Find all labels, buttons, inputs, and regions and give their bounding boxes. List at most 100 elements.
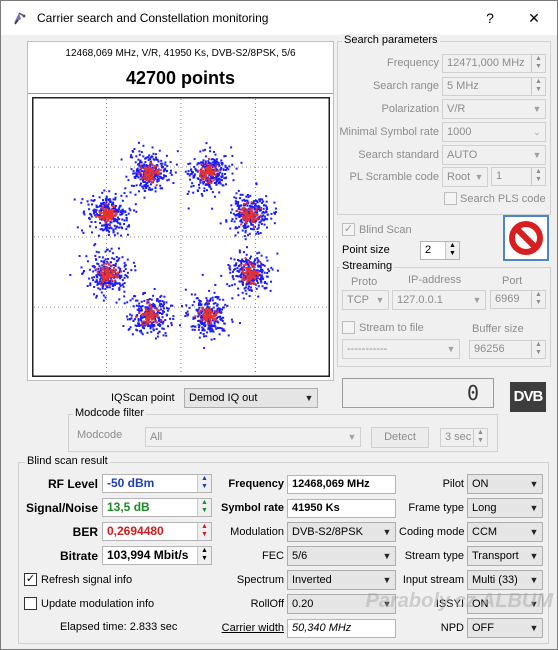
frequency-input[interactable]: 12471,000 MHz ▲ ▼ [442,54,546,73]
rolloff-value: 0.20 [292,598,314,610]
point-size-label: Point size [342,244,390,256]
carrier-width-field: 50,340 MHz [287,619,396,638]
search-standard-label: Search standard [358,149,439,161]
polarization-value: V/R [447,103,466,115]
iqscan-point-select[interactable]: Demod IQ out ▼ [184,388,318,408]
frequency-result-value: 12468,069 MHz [292,478,370,490]
update-modulation-checkbox[interactable] [24,597,37,610]
pl-scramble-mode-select[interactable]: Root ▼ [442,167,488,187]
polarization-select[interactable]: V/R ▼ [442,99,546,119]
stop-button[interactable] [503,215,549,261]
proto-select[interactable]: TCP ▼ [342,290,389,310]
pl-scramble-mode-value: Root [447,171,471,183]
refresh-signal-checkbox[interactable]: ✓ [24,573,37,586]
detect-interval-input[interactable]: 3 sec ▲ ▼ [440,428,488,447]
stream-to-file-checkbox[interactable] [342,321,355,334]
chevron-down-icon: ▼ [382,551,392,561]
signal-noise-label: Signal/Noise [25,501,98,515]
signal-noise-value: 13,5 dB [107,500,150,514]
frame-type-value: Long [472,502,497,514]
chevron-down-icon: ⌄ [533,127,541,137]
fec-label: FEC [262,550,284,562]
modcode-select[interactable]: All ▼ [145,427,361,447]
title-bar: Carrier search and Constellation monitor… [1,1,557,35]
pl-scramble-code-value: 1 [496,170,503,182]
chevron-down-icon: ▼ [532,104,542,114]
fec-select[interactable]: 5/6 ▼ [287,546,396,566]
npd-select[interactable]: OFF ▼ [467,618,543,638]
coding-mode-value: CCM [472,526,498,538]
blind-scan-checkbox[interactable]: ✓ [342,223,355,236]
bitrate-field: 103,994 Mbit/s ▲ ▼ [102,546,212,565]
ip-address-select[interactable]: 127.0.0.1 ▼ [392,290,486,310]
input-stream-value: Multi (33) [472,574,518,586]
port-input[interactable]: 6969 ▲ ▼ [490,290,546,309]
modcode-value: All [150,431,163,443]
chevron-down-icon: ▼ [347,432,357,442]
bitrate-label: Bitrate [59,549,98,563]
blind-scan-label: Blind Scan [359,224,412,236]
rf-level-value: -50 dBm [107,476,155,490]
ip-address-label: IP-address [408,274,462,286]
issyi-select[interactable]: ON ▼ [467,594,543,614]
chevron-down-icon: ▼ [472,295,482,305]
search-pls-checkbox[interactable] [444,192,457,205]
modulation-label: Modulation [230,526,284,538]
search-range-input[interactable]: 5 MHz ▲ ▼ [442,77,546,96]
signal-noise-field: 13,5 dB ▲ ▼ [102,498,212,517]
min-symbol-rate-select[interactable]: 1000 ⌄ [442,122,546,142]
input-stream-select[interactable]: Multi (33) ▼ [467,570,543,590]
search-standard-select[interactable]: AUTO ▼ [442,145,546,165]
modcode-label: Modcode [77,429,123,441]
buffer-size-input[interactable]: 96256 ▲ ▼ [469,340,546,359]
proto-value: TCP [347,294,369,306]
constellation-plot [32,97,330,377]
lock-counter-value: 0 [466,381,479,405]
frame-type-select[interactable]: Long ▼ [467,498,543,518]
iqscan-point-value: Demod IQ out [189,392,258,404]
stop-icon [509,221,543,255]
chevron-down-icon: ▼ [304,393,314,403]
ber-label: BER [72,525,98,539]
chevron-down-icon: ▼ [382,599,392,609]
chevron-down-icon: ▼ [474,172,484,182]
search-pls-label: Search PLS code [460,193,546,205]
chevron-down-icon: ▼ [529,575,539,585]
carrier-width-link[interactable]: Carrier width [201,622,284,634]
stream-file-select[interactable]: ----------- ▼ [342,339,460,359]
modulation-value: DVB-S2/8PSK [292,526,363,538]
frequency-label: Frequency [387,57,439,69]
rolloff-select[interactable]: 0.20 ▼ [287,594,396,614]
issyi-value: ON [472,598,489,610]
close-button[interactable]: ✕ [519,6,549,30]
symbol-rate-field: 41950 Ks [287,499,396,518]
iqscan-point-label: IQScan point [111,392,175,404]
blind-scan-result-title: Blind scan result [25,455,110,467]
frequency-value: 12471,000 MHz [447,57,525,69]
elapsed-time: Elapsed time: 2.833 sec [60,621,178,633]
stream-file-value: ----------- [347,343,388,355]
pl-scramble-label: PL Scramble code [349,171,439,183]
detect-button[interactable]: Detect [371,427,429,448]
coding-mode-select[interactable]: CCM ▼ [467,522,543,542]
stream-type-value: Transport [472,550,519,562]
pl-scramble-code-input[interactable]: 1 ▲ ▼ [491,167,546,186]
pilot-select[interactable]: ON ▼ [467,474,543,494]
header-divider [28,93,333,94]
spectrum-select[interactable]: Inverted ▼ [287,570,396,590]
rf-level-label: RF Level [47,477,98,491]
bitrate-value: 103,994 Mbit/s [107,548,189,562]
points-count: 42700 points [125,68,236,88]
point-size-input[interactable]: 2 ▲ ▼ [420,241,460,260]
fec-value: 5/6 [292,550,308,562]
stream-type-select[interactable]: Transport ▼ [467,546,543,566]
modulation-select[interactable]: DVB-S2/8PSK ▼ [287,522,396,542]
chevron-down-icon: ▼ [529,503,539,513]
chevron-down-icon: ▼ [529,623,539,633]
stream-type-label: Stream type [404,550,464,562]
symbol-rate-label: Symbol rate [221,502,284,514]
pilot-label: Pilot [442,478,464,490]
help-button[interactable]: ? [475,6,505,30]
proto-label: Proto [351,276,378,288]
ip-address-value: 127.0.0.1 [397,294,443,306]
